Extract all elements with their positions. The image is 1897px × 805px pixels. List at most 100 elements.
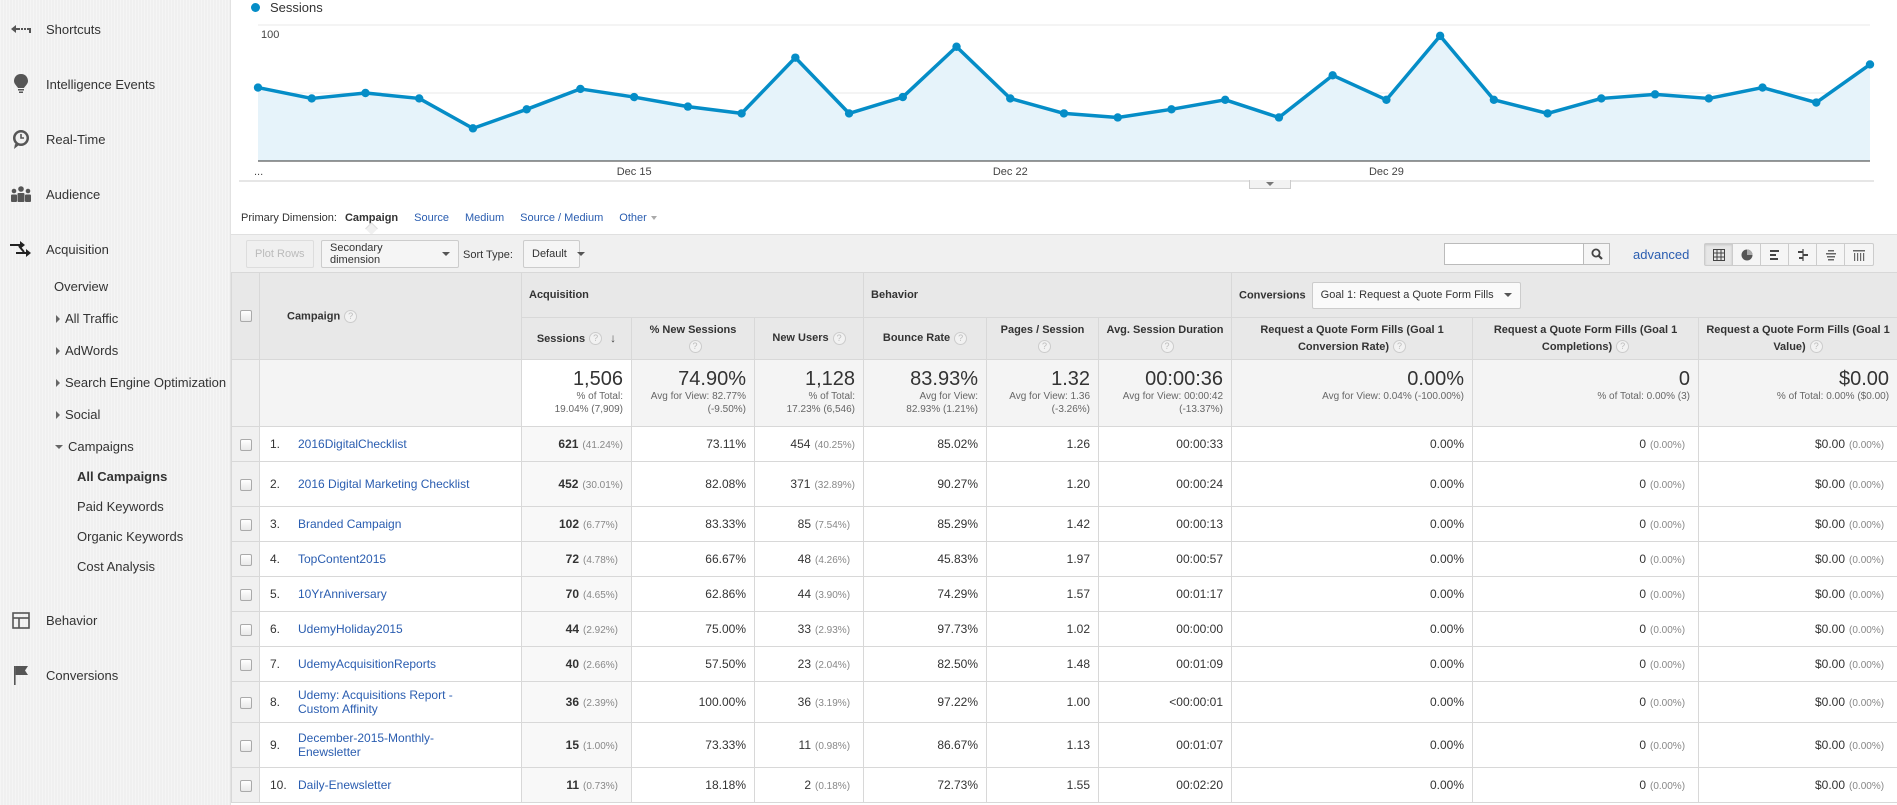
campaign-link[interactable]: December-2015-Monthly-Enewsletter <box>298 731 493 759</box>
avg-duration-value: <00:00:01 <box>1169 695 1224 709</box>
campaign-header[interactable]: Campaign? <box>259 272 522 360</box>
total-value: $0.00 <box>1838 368 1890 390</box>
sidebar-sub-all-campaigns[interactable]: All Campaigns <box>77 469 167 484</box>
primary-dimension-source-medium[interactable]: Source / Medium <box>520 212 603 224</box>
pages-session-header[interactable]: Pages / Session? <box>986 317 1100 360</box>
help-icon[interactable]: ? <box>589 332 603 346</box>
view-performance-button[interactable] <box>1761 244 1789 265</box>
goal-value-percent: (0.00%) <box>1849 480 1885 491</box>
table-search-input[interactable] <box>1444 243 1584 265</box>
help-icon[interactable]: ? <box>1809 340 1823 354</box>
sort-type-dropdown[interactable]: Default <box>523 240 585 268</box>
goal-value-value: $0.00 <box>1815 437 1846 451</box>
view-comparison-button[interactable] <box>1789 244 1817 265</box>
primary-dimension-source[interactable]: Source <box>414 212 449 224</box>
row-checkbox[interactable] <box>239 478 252 491</box>
chart-collapse-handle[interactable] <box>1249 180 1291 189</box>
avg-duration-cell: 00:00:33 <box>1098 426 1233 462</box>
primary-dimension-other[interactable]: Other <box>619 212 657 224</box>
bounce-rate-header[interactable]: Bounce Rate? <box>863 317 988 360</box>
sidebar-sub-overview[interactable]: Overview <box>54 279 108 294</box>
search-button[interactable] <box>1584 243 1610 265</box>
completions-percent: (0.00%) <box>1650 555 1686 566</box>
help-icon[interactable]: ? <box>1616 340 1630 354</box>
campaign-link[interactable]: TopContent2015 <box>298 552 386 566</box>
row-checkbox[interactable] <box>239 779 252 792</box>
campaign-link[interactable]: Branded Campaign <box>298 517 401 531</box>
help-icon[interactable]: ? <box>1393 340 1407 354</box>
avg-duration-header[interactable]: Avg. Session Duration? <box>1098 317 1233 360</box>
total-value: 00:00:36 <box>1145 368 1224 390</box>
advanced-filter-link[interactable]: advanced <box>1633 247 1689 262</box>
conv-rate-cell: 0.00% <box>1231 722 1474 768</box>
sessions-value: 11 <box>566 778 579 792</box>
campaign-link[interactable]: 2016 Digital Marketing Checklist <box>298 477 469 491</box>
table-row: 5. 10YrAnniversary 70 (4.65%) 62.86% 44 (3.… <box>231 576 1897 612</box>
view-term-cloud-button[interactable] <box>1817 244 1845 265</box>
plot-rows-button[interactable]: Plot Rows <box>246 240 314 268</box>
help-icon[interactable]: ? <box>344 309 358 323</box>
goal-select-dropdown[interactable]: Goal 1: Request a Quote Form Fills <box>1311 281 1521 309</box>
sidebar-sub-cost-analysis[interactable]: Cost Analysis <box>77 559 155 574</box>
help-icon[interactable]: ? <box>688 340 702 354</box>
row-checkbox[interactable] <box>239 658 252 671</box>
new-users-header[interactable]: New Users? <box>753 317 865 360</box>
sidebar-sub-all-traffic[interactable]: All Traffic <box>56 311 118 326</box>
sidebar-item-shortcuts[interactable]: Shortcuts <box>0 9 231 49</box>
campaign-link[interactable]: Daily-Enewsletter <box>298 778 391 792</box>
sidebar-sub-seo[interactable]: Search Engine Optimization <box>56 375 226 390</box>
row-checkbox[interactable] <box>239 518 252 531</box>
sidebar-item-conversions[interactable]: Conversions <box>0 655 231 695</box>
completions-header[interactable]: Request a Quote Form Fills (Goal 1 Compl… <box>1472 317 1700 360</box>
sessions-value: 36 <box>565 695 579 709</box>
select-all-cell <box>231 272 260 360</box>
sessions-header[interactable]: Sessions? ↓ <box>521 317 632 360</box>
campaign-cell: 4. TopContent2015 <box>259 541 522 577</box>
goal-value-value: $0.00 <box>1815 517 1846 531</box>
sidebar-item-intelligence-events[interactable]: Intelligence Events <box>0 64 231 104</box>
new-sessions-header[interactable]: % New Sessions? <box>631 317 755 360</box>
completions-cell: 0 (0.00%) <box>1472 767 1700 803</box>
help-icon[interactable]: ? <box>1160 340 1174 354</box>
campaign-link[interactable]: 10YrAnniversary <box>298 587 387 601</box>
row-checkbox[interactable] <box>239 588 252 601</box>
select-all-checkbox[interactable] <box>239 310 252 323</box>
sidebar-item-acquisition[interactable]: Acquisition <box>0 229 231 269</box>
help-icon[interactable]: ? <box>832 331 846 345</box>
sidebar-sub-campaigns[interactable]: Campaigns <box>55 439 134 454</box>
x-tick-label: Dec 15 <box>617 166 652 178</box>
conv-rate-header[interactable]: Request a Quote Form Fills (Goal 1 Conve… <box>1231 317 1474 360</box>
row-checkbox[interactable] <box>239 438 252 451</box>
row-number: 5. <box>270 587 281 602</box>
new-users-cell: 33 (2.93%) <box>753 611 865 647</box>
view-table-button[interactable] <box>1705 244 1733 265</box>
view-pivot-button[interactable] <box>1845 244 1873 265</box>
sidebar-sub-organic-keywords[interactable]: Organic Keywords <box>77 529 183 544</box>
new-users-value: 44 <box>797 587 812 601</box>
sidebar-sub-adwords[interactable]: AdWords <box>56 343 118 358</box>
secondary-dimension-dropdown[interactable]: Secondary dimension <box>321 240 459 268</box>
goal-value-header[interactable]: Request a Quote Form Fills (Goal 1 Value… <box>1698 317 1897 360</box>
sidebar-item-audience[interactable]: Audience <box>0 174 231 214</box>
primary-dimension-medium[interactable]: Medium <box>465 212 504 224</box>
view-pie-button[interactable] <box>1733 244 1761 265</box>
row-checkbox[interactable] <box>239 696 252 709</box>
sidebar-sub-paid-keywords[interactable]: Paid Keywords <box>77 499 164 514</box>
data-point <box>1221 95 1230 105</box>
sessions-cell: 452 (30.01%) <box>521 461 632 507</box>
campaign-link[interactable]: UdemyHoliday2015 <box>298 622 403 636</box>
row-checkbox[interactable] <box>239 553 252 566</box>
sidebar-item-behavior[interactable]: Behavior <box>0 600 231 640</box>
campaign-link[interactable]: 2016DigitalChecklist <box>298 437 407 451</box>
conversions-label: Conversions <box>1239 289 1306 301</box>
campaign-link[interactable]: UdemyAcquisitionReports <box>298 657 436 671</box>
sidebar-item-label: Shortcuts <box>46 21 101 37</box>
sidebar-item-real-time[interactable]: Real-Time <box>0 119 231 159</box>
help-icon[interactable]: ? <box>1038 340 1052 354</box>
row-checkbox[interactable] <box>239 739 252 752</box>
help-icon[interactable]: ? <box>954 331 968 345</box>
campaign-cell: 7. UdemyAcquisitionReports <box>259 646 522 682</box>
campaign-link[interactable]: Udemy: Acquisitions Report - Custom Affi… <box>298 688 493 716</box>
row-checkbox[interactable] <box>239 623 252 636</box>
sidebar-sub-social[interactable]: Social <box>56 407 100 422</box>
